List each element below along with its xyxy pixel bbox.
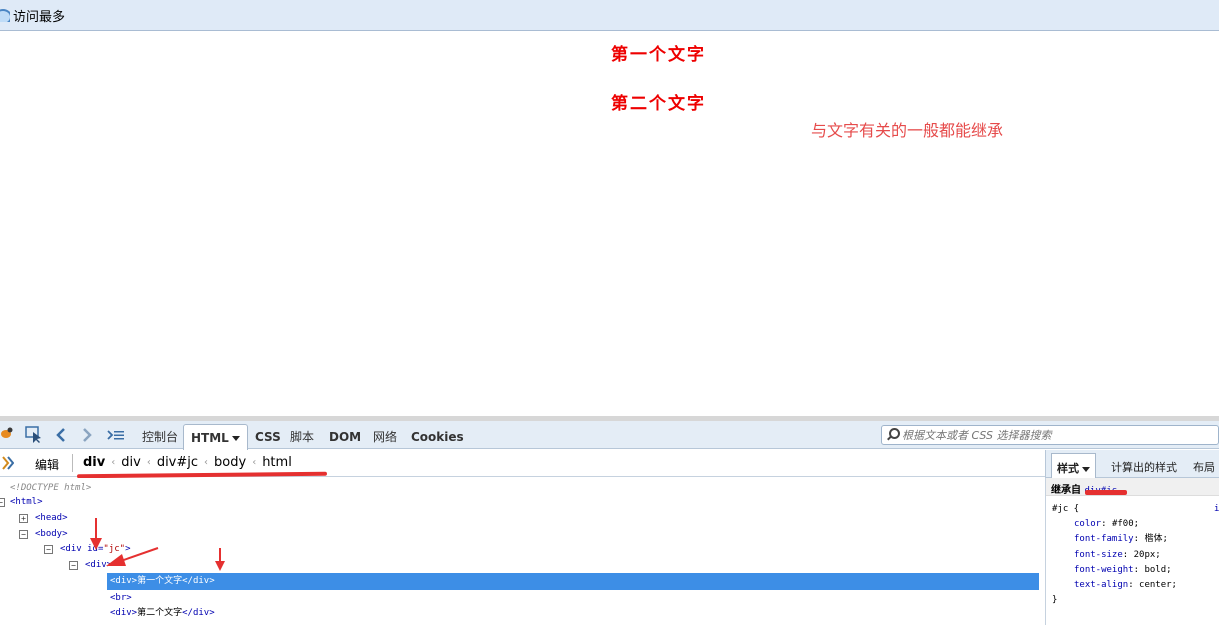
toolbar-divider <box>72 454 73 472</box>
css-prop-font-family[interactable]: font-family: 楷体; <box>1074 532 1168 547</box>
forward-icon[interactable] <box>80 426 94 444</box>
css-selector[interactable]: #jc { <box>1052 502 1079 517</box>
tab-style-label: 样式 <box>1057 462 1079 475</box>
devtools-toolbar: 控制台 HTML CSS 脚本 DOM 网络 Cookies <box>0 421 1219 450</box>
collapse-icon[interactable]: − <box>69 561 78 570</box>
search-icon <box>886 428 900 442</box>
annotation-note: 与文字有关的一般都能继承 <box>811 121 1004 140</box>
bookmark-label: 访问最多 <box>13 9 66 25</box>
tab-html[interactable]: HTML <box>183 424 248 450</box>
breadcrumb-separator-icon: ‹ <box>111 457 116 468</box>
chevron-down-icon <box>231 436 240 441</box>
first-text: 第一个文字 <box>611 45 706 65</box>
edit-button[interactable]: 编辑 <box>35 456 59 473</box>
breadcrumb-separator-icon: ‹ <box>146 457 151 468</box>
css-rule-close: } <box>1052 595 1058 605</box>
collapse-icon[interactable]: − <box>44 545 53 554</box>
tree-head[interactable]: <head> <box>35 511 68 526</box>
annotation-arrow-icon <box>106 547 159 566</box>
bookmark-most-visited[interactable]: 访问最多 <box>0 0 65 30</box>
search-input[interactable] <box>902 428 1202 442</box>
second-text: 第二个文字 <box>611 94 706 114</box>
breadcrumb-div-jc[interactable]: div#jc <box>157 455 198 470</box>
annotation-arrow-icon <box>215 548 225 571</box>
bookmarks-bar: 访问最多 <box>0 0 1219 31</box>
bookmark-icon <box>0 8 10 22</box>
page-content: 第一个文字 第二个文字 与文字有关的一般都能继承 <box>0 32 1219 416</box>
annotation-underline <box>1085 490 1127 495</box>
expand-icon[interactable]: + <box>19 514 28 523</box>
breadcrumb-separator-icon: ‹ <box>204 457 209 468</box>
tab-layout[interactable]: 布局 <box>1193 459 1215 475</box>
side-panel-tabs: 样式 计算出的样式 布局 <box>1045 450 1219 478</box>
tree-doctype[interactable]: <!DOCTYPE html> <box>10 481 91 496</box>
tree-selected-div[interactable]: <div>第一个文字</div> <box>110 574 215 589</box>
tab-style[interactable]: 样式 <box>1051 453 1096 478</box>
tab-console[interactable]: 控制台 <box>142 428 178 448</box>
inherited-from-header: 继承自 div#jc <box>1046 478 1219 496</box>
annotation-arrow-icon <box>90 518 102 550</box>
breadcrumb-div-parent[interactable]: div <box>121 455 141 470</box>
firebug-icon[interactable] <box>0 426 14 444</box>
rule-source-link[interactable]: i <box>1214 504 1219 514</box>
collapse-icon[interactable]: − <box>0 498 5 507</box>
selected-node-highlight[interactable] <box>107 573 1039 590</box>
tree-br[interactable]: <br> <box>110 591 132 606</box>
css-prop-color[interactable]: color: #f00; <box>1074 517 1139 532</box>
style-panel: 继承自 div#jc #jc { i color: #f00; font-fam… <box>1045 478 1219 625</box>
breadcrumb: div ‹ div ‹ div#jc ‹ body ‹ html <box>83 455 292 470</box>
breadcrumb-div[interactable]: div <box>83 455 105 470</box>
breadcrumb-body[interactable]: body <box>214 455 246 470</box>
tab-script[interactable]: 脚本 <box>290 428 314 448</box>
breadcrumb-separator-icon: ‹ <box>252 457 257 468</box>
back-icon[interactable] <box>54 426 68 444</box>
tab-dom[interactable]: DOM <box>329 428 361 448</box>
html-tree: <!DOCTYPE html> − <html> + <head> − <bod… <box>0 478 1045 625</box>
css-prop-font-weight[interactable]: font-weight: bold; <box>1074 563 1172 578</box>
devtools-search[interactable] <box>881 425 1219 445</box>
tab-computed[interactable]: 计算出的样式 <box>1111 459 1177 475</box>
tab-html-label: HTML <box>191 431 229 445</box>
tab-net[interactable]: 网络 <box>373 428 397 448</box>
tab-cookies[interactable]: Cookies <box>411 428 464 448</box>
expand-icon[interactable] <box>0 455 15 475</box>
tree-html[interactable]: <html> <box>10 495 43 510</box>
css-prop-font-size[interactable]: font-size: 20px; <box>1074 548 1161 563</box>
breadcrumb-html[interactable]: html <box>262 455 292 470</box>
tree-body[interactable]: <body> <box>35 527 68 542</box>
collapse-icon[interactable]: − <box>19 530 28 539</box>
command-line-icon[interactable] <box>106 426 126 444</box>
inspect-icon[interactable] <box>25 426 43 444</box>
tab-css[interactable]: CSS <box>255 428 281 448</box>
css-prop-text-align[interactable]: text-align: center; <box>1074 578 1177 593</box>
tree-div-second[interactable]: <div>第二个文字</div> <box>110 606 215 621</box>
chevron-down-icon <box>1082 466 1090 472</box>
